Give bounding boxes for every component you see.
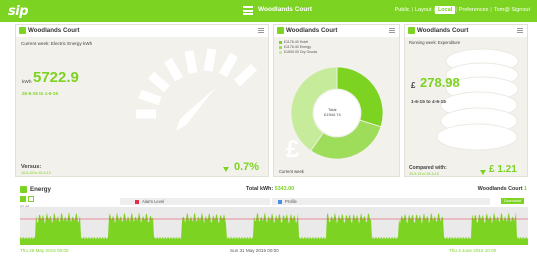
energy-total-label: Total kWh: <box>246 186 274 192</box>
cost-value: 278.98 <box>420 75 460 90</box>
building-icon <box>19 27 26 34</box>
panel-menu-icon[interactable] <box>258 28 264 35</box>
nav-local[interactable]: Local <box>434 6 456 14</box>
profile-swatch <box>278 199 282 204</box>
electric-energy-panel: Woodlands Court Current week: Electric E… <box>15 24 269 177</box>
download-button[interactable]: Download <box>501 198 524 204</box>
alarm-swatch <box>135 199 139 204</box>
top-nav: Public | Layout | Local | Preferences | … <box>393 6 532 14</box>
panel-title: Woodlands Court <box>28 27 80 34</box>
legend-profile[interactable]: Profile <box>272 198 490 205</box>
panel-footer: Current week <box>279 169 304 174</box>
compared-label: Compared with: <box>409 165 447 171</box>
compared-range: 25-5-15 to 28-5-15 <box>409 172 439 176</box>
energy-site-name: Woodlands Court <box>477 186 523 192</box>
energy-total-value: 5343.00 <box>274 186 295 192</box>
currency-glyph: £ <box>286 136 300 163</box>
panel-title: Woodlands Court <box>417 27 469 34</box>
date-range: 25-5-15 to 1-6-15 <box>22 91 59 96</box>
energy-site: Woodlands Court 1 <box>478 186 527 192</box>
energy-title: Energy <box>30 186 51 193</box>
legend-alarm[interactable]: Alarm Level <box>120 198 270 205</box>
nav-signout[interactable]: Tom@ Signout <box>492 7 532 14</box>
energy-chart <box>20 207 528 245</box>
energy-icon <box>20 186 27 193</box>
x-axis-start-label: Thu 28 May 2015 00:00 <box>20 248 69 253</box>
nav-public[interactable]: Public <box>393 7 412 14</box>
donut-center-value: £1944.74 <box>324 112 341 117</box>
versus-label: Versus: <box>21 164 42 170</box>
date-range: 1-6-15 to 4-6-15 <box>411 100 446 105</box>
energy-site-count: 1 <box>524 186 527 192</box>
value-unit: kWh <box>22 80 32 85</box>
gauge-dial-icon <box>136 48 258 131</box>
x-axis-mid-label: Sun 31 May 2015 00:00 <box>230 248 279 253</box>
electric-value: 5722.9 <box>33 69 79 86</box>
panel-menu-icon[interactable] <box>389 28 395 35</box>
nav-preferences[interactable]: Preferences <box>457 7 491 14</box>
x-axis-end-label: Thu 4 June 2015 10:00 <box>449 248 497 253</box>
expenditure-panel: Woodlands Court Running week: Expenditur… <box>404 24 528 177</box>
menu-icon[interactable] <box>243 6 253 15</box>
cost-change: £ 1.21 <box>489 164 517 175</box>
nav-layout[interactable]: Layout <box>413 7 434 14</box>
down-arrow-icon <box>223 167 229 172</box>
panel-title: Woodlands Court <box>286 27 338 34</box>
pie-chart-icon <box>277 27 284 34</box>
panel-subtitle: Current week: Electric Energy kWh <box>21 41 93 46</box>
legend-item: £1176.40 Energy <box>279 45 311 49</box>
top-bar: sip Woodlands Court Public | Layout | Lo… <box>0 0 537 22</box>
versus-range: 18-5-15 to 25-5-15 <box>21 171 51 175</box>
zoom-out-button[interactable] <box>28 196 34 202</box>
breakdown-panel: Woodlands Court £1176.40 Hotel £1176.40 … <box>273 24 400 177</box>
site-title: Woodlands Court <box>258 6 313 13</box>
app-logo[interactable]: sip <box>8 4 29 19</box>
electric-change: 0.7% <box>234 161 260 173</box>
panel-menu-icon[interactable] <box>517 28 523 35</box>
down-arrow-icon <box>480 170 486 175</box>
chart-toolbar <box>20 196 36 203</box>
legend-item: £1176.40 Hotel <box>279 40 308 44</box>
zoom-in-button[interactable] <box>20 196 26 202</box>
currency-symbol: £ <box>411 81 416 90</box>
energy-total: Total kWh: 5343.00 <box>246 186 294 192</box>
coins-icon <box>408 27 415 34</box>
